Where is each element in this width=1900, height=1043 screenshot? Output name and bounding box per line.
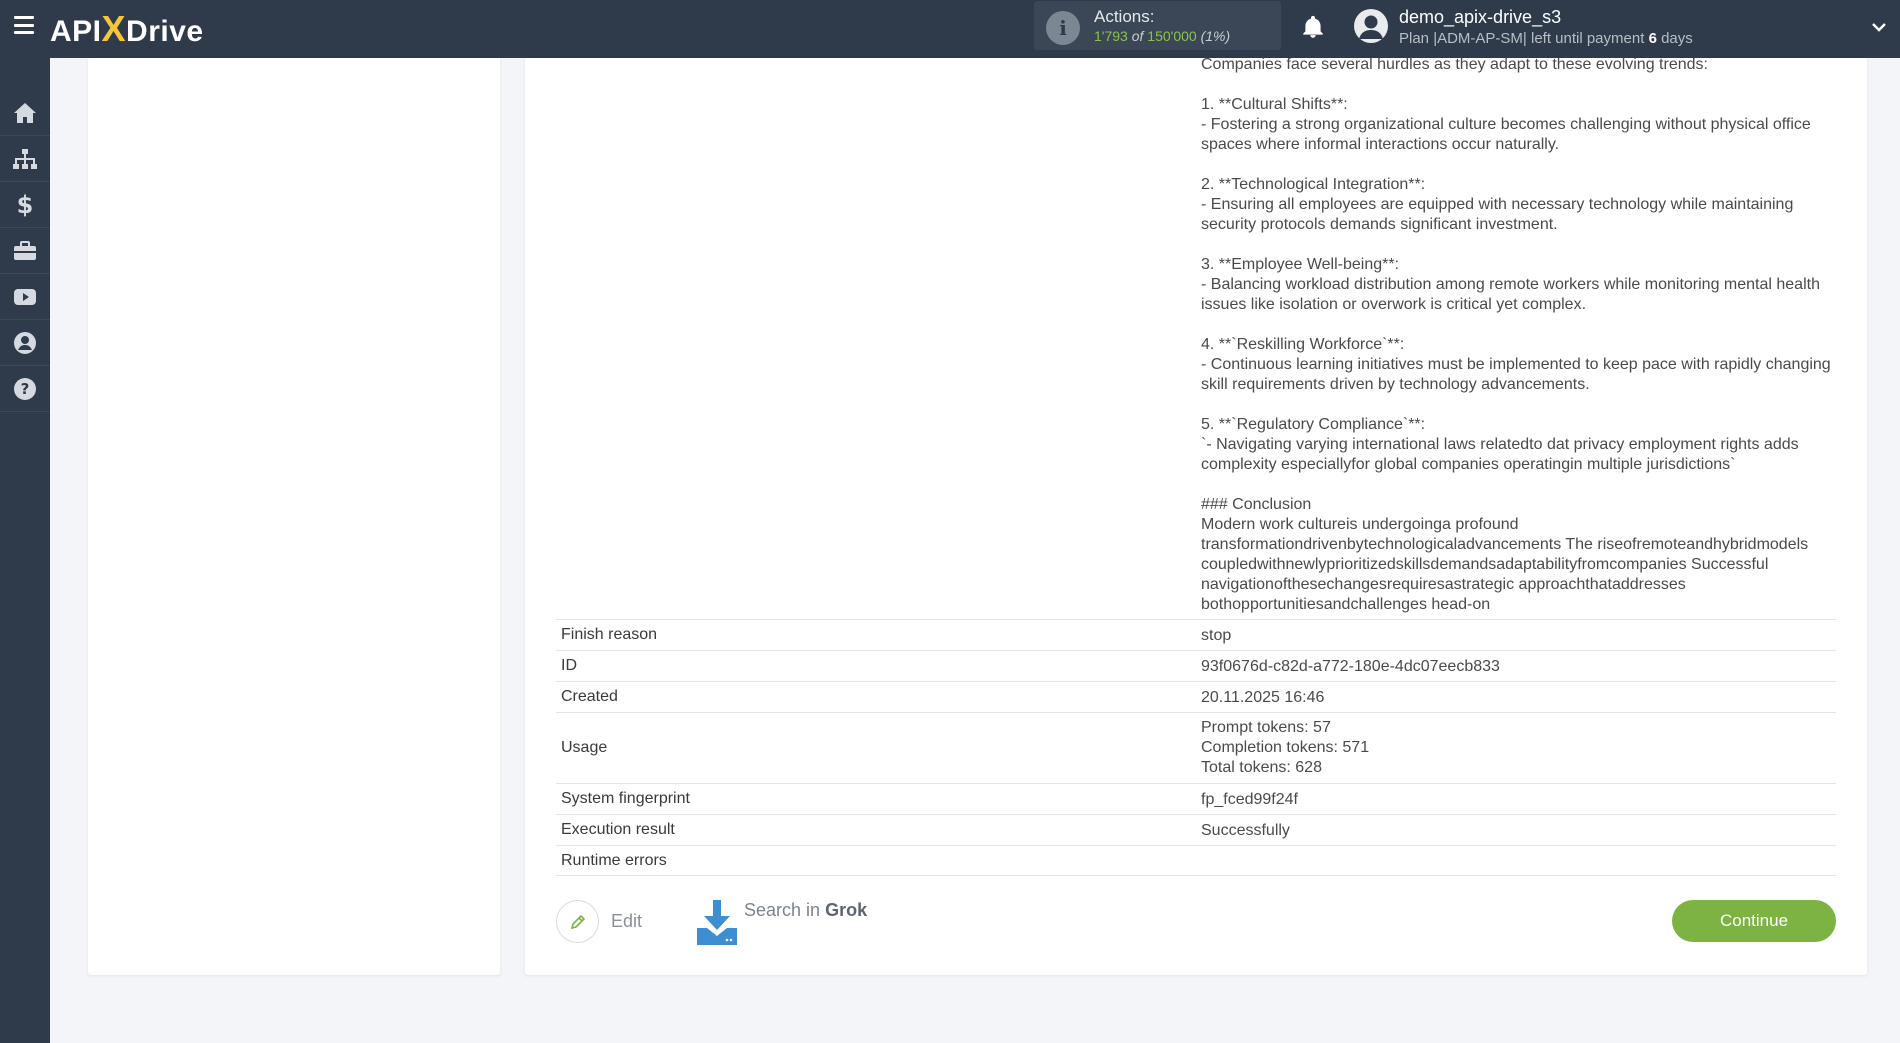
table-row: Runtime errors [556,845,1836,876]
sidebar-item-connections[interactable] [0,136,50,182]
sitemap-icon [13,148,37,169]
video-icon [14,288,36,305]
avatar[interactable] [1354,9,1388,43]
row-value: Prompt tokens: 57 Completion tokens: 571… [1201,719,1370,776]
actions-counter: i Actions: 1'793 of 150'000 (1%) [1034,1,1281,50]
row-value: 20.11.2025 16:46 [1201,689,1325,706]
row-key: Usage [561,739,608,756]
sidebar-item-account[interactable] [0,320,50,366]
table-row: ID 93f0676d-c82d-a772-180e-4dc07eecb833 [556,650,1836,681]
row-key: System fingerprint [561,790,690,807]
plan-info: Plan |ADM-AP-SM| left until payment 6 da… [1399,30,1693,47]
sidebar-item-home[interactable] [0,90,50,136]
continue-button[interactable]: Continue [1672,900,1836,942]
table-row: Finish reason stop [556,619,1836,650]
edit-label: Edit [611,911,643,931]
help-icon: ? [14,377,36,400]
sidebar-item-help[interactable]: ? [0,366,50,412]
table-row: Execution result Successfully [556,814,1836,845]
username[interactable]: demo_apix-drive_s3 [1399,7,1561,28]
info-icon: i [1046,11,1080,45]
actions-count: 1'793 of 150'000 (1%) [1094,28,1231,44]
table-row: Usage Prompt tokens: 57 Completion token… [556,712,1836,783]
row-key: Runtime errors [561,852,667,869]
row-value: Successfully [1201,822,1290,839]
actions-label: Actions: [1094,7,1155,26]
bell-icon[interactable] [1300,14,1326,40]
chevron-down-icon[interactable] [1870,18,1888,36]
top-bar: APIXDrive i Actions: 1'793 of 150'000 (1… [0,0,1900,58]
search-in-grok-button[interactable]: Search in Grok [696,900,867,946]
edit-button[interactable]: Edit [556,900,642,943]
table-row: Created 20.11.2025 16:46 [556,681,1836,712]
download-icon [697,900,737,945]
apix-drive-logo[interactable]: APIXDrive [50,8,204,50]
user-icon [14,331,36,354]
sidebar-item-tools[interactable] [0,228,50,274]
sidebar-item-video[interactable] [0,274,50,320]
row-key: Finish reason [561,626,658,643]
sidebar: $ ? [0,58,50,1043]
row-key: ID [561,657,577,674]
row-key: Created [561,688,618,705]
table-row: System fingerprint fp_fced99f24f [556,783,1836,814]
briefcase-icon [14,240,36,260]
row-value: 93f0676d-c82d-a772-180e-4dc07eecb833 [1201,658,1500,675]
result-table: Finish reason stop ID 93f0676d-c82d-a772… [556,619,1836,876]
response-content: Companies face several hurdles as they a… [1201,56,1831,613]
pencil-icon [570,914,585,929]
search-in-grok-label: Search in Grok [744,900,868,920]
edit-circle [556,900,599,943]
menu-icon[interactable] [14,16,34,34]
left-panel [88,58,500,975]
dollar-icon: $ [16,190,34,219]
row-value: fp_fced99f24f [1201,791,1298,808]
sidebar-item-billing[interactable]: $ [0,182,50,228]
user-avatar-icon [1359,15,1383,39]
row-value: stop [1201,627,1232,644]
svg-text:?: ? [21,380,30,398]
home-icon [14,102,36,123]
row-key: Execution result [561,821,675,838]
